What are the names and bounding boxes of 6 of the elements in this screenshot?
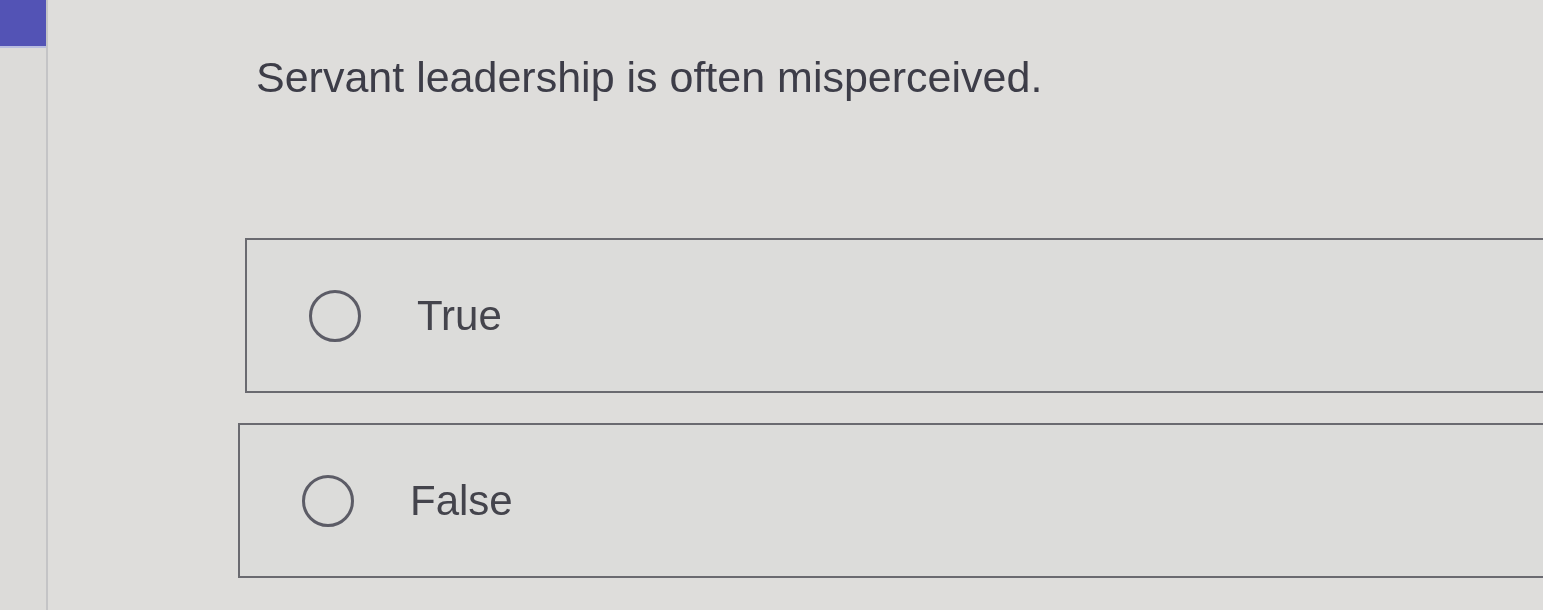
radio-icon[interactable] [302,474,354,527]
question-text: Servant leadership is often misperceived. [256,52,1044,103]
answer-option[interactable]: True [245,238,1543,393]
sidebar-highlight [0,0,46,48]
answer-option[interactable]: False [238,423,1543,578]
radio-icon[interactable] [309,289,361,342]
